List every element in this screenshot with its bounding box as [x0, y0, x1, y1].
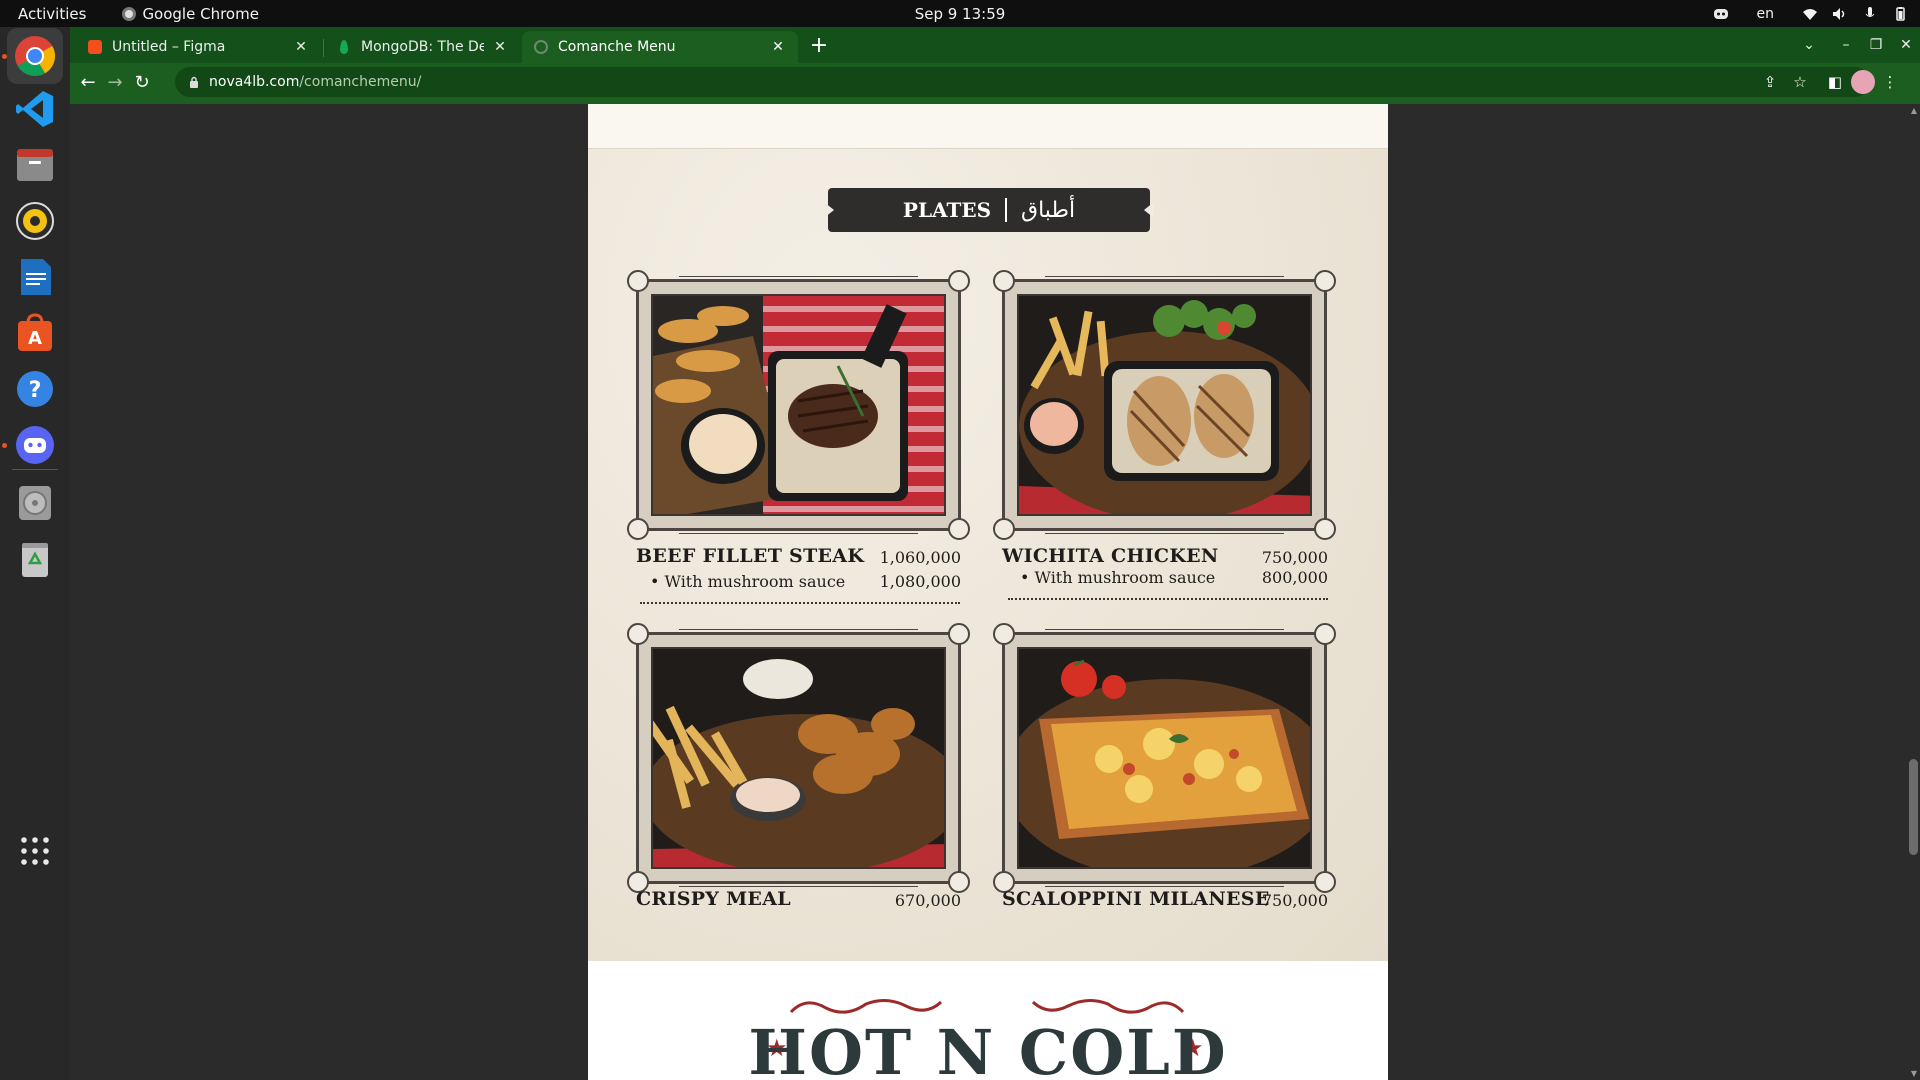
menu-item-price: 750,000 [1261, 891, 1328, 910]
scaloppini-milanese-photo [1017, 647, 1312, 869]
bookmark-star-icon[interactable]: ☆ [1788, 70, 1812, 94]
mongodb-favicon-icon [340, 40, 348, 54]
dock-writer-icon[interactable] [7, 249, 63, 305]
wifi-icon[interactable] [1802, 7, 1818, 21]
system-top-bar: Activities Google Chrome Sep 9 13:59 en [0, 0, 1920, 27]
dock-ubuntu-software-icon[interactable]: A [7, 305, 63, 361]
clock[interactable]: Sep 9 13:59 [0, 5, 1920, 23]
menu-item-price: 750,000 [1261, 548, 1328, 567]
discord-tray-icon[interactable] [1713, 7, 1729, 21]
new-tab-button[interactable]: + [805, 33, 833, 61]
dish-photo-frame [627, 623, 970, 893]
dock-trash-icon[interactable] [7, 531, 63, 587]
tab-close-icon[interactable]: ✕ [770, 39, 786, 55]
dock-files-icon[interactable] [7, 137, 63, 193]
menu-item-option-price: 800,000 [1261, 568, 1328, 587]
dock: A ? [0, 27, 70, 1080]
url-path: /comanchemenu/ [299, 74, 422, 90]
beef-fillet-steak-photo [651, 294, 946, 516]
activities-button[interactable]: Activities [18, 5, 86, 23]
dock-rhythmbox-icon[interactable] [7, 193, 63, 249]
lock-icon[interactable] [189, 76, 199, 88]
figma-favicon-icon [88, 40, 102, 54]
side-panel-icon[interactable]: ◧ [1823, 70, 1847, 94]
profile-avatar[interactable] [1851, 70, 1875, 94]
dish-photo-frame [627, 270, 970, 540]
tab-comanche-menu[interactable]: Comanche Menu ✕ [522, 31, 798, 63]
tab-title: MongoDB: The Developer [361, 39, 484, 55]
dotted-divider [1008, 598, 1328, 600]
menu-item-name: WICHITA CHICKEN [1002, 545, 1219, 567]
section-badge: PLATES أطباق [828, 188, 1150, 232]
reload-button[interactable]: ↻ [128, 69, 156, 97]
chrome-window: Untitled – Figma ✕ MongoDB: The Develope… [70, 27, 1920, 104]
dock-help-icon[interactable]: ? [7, 361, 63, 417]
menu-item-option: • With mushroom sauce [650, 572, 846, 591]
forward-button[interactable]: → [101, 69, 129, 97]
share-icon[interactable]: ⇪ [1758, 70, 1782, 94]
system-tray[interactable]: en [1713, 0, 1909, 27]
menu-item-price: 1,060,000 [879, 548, 961, 567]
microphone-icon[interactable] [1862, 6, 1878, 21]
tab-figma[interactable]: Untitled – Figma ✕ [76, 31, 321, 63]
scroll-down-arrow-icon[interactable]: ▼ [1911, 1069, 1917, 1078]
flourish-left-icon [789, 999, 943, 1014]
svg-text:A: A [28, 328, 42, 349]
tab-mongodb[interactable]: MongoDB: The Developer ✕ [325, 31, 520, 63]
address-bar[interactable]: nova4lb.com/comanchemenu/ [175, 67, 1870, 97]
dotted-divider [640, 602, 960, 604]
globe-favicon-icon [534, 40, 548, 54]
scroll-up-arrow-icon[interactable]: ▲ [1911, 106, 1917, 115]
section-title-ar: أطباق [1021, 197, 1076, 223]
browser-toolbar: ← → ↻ nova4lb.com/comanchemenu/ ⇪ ☆ ◧ ⋮ [70, 63, 1920, 104]
language-indicator[interactable]: en [1757, 6, 1775, 22]
minimize-button[interactable]: – [1834, 33, 1858, 57]
app-menu[interactable]: Google Chrome [122, 5, 259, 23]
tab-close-icon[interactable]: ✕ [492, 39, 508, 55]
show-applications-icon[interactable] [7, 823, 63, 879]
close-window-button[interactable]: ✕ [1894, 33, 1918, 57]
dock-disks-icon[interactable] [7, 475, 63, 531]
menu-item-name: CRISPY MEAL [636, 888, 791, 910]
chrome-app-icon [122, 6, 137, 21]
volume-icon[interactable] [1832, 7, 1848, 21]
battery-icon[interactable] [1892, 6, 1908, 21]
menu-item-option: • With mushroom sauce [1020, 568, 1216, 587]
section-title-hot-n-cold: HOT N COLD [748, 1016, 1228, 1080]
scrollbar-thumb[interactable] [1909, 759, 1918, 855]
menu-item-option-price: 1,080,000 [879, 572, 961, 591]
dock-chrome-icon[interactable] [7, 28, 63, 84]
tab-search-icon[interactable]: ⌄ [1797, 33, 1821, 57]
previous-section-bottom [588, 104, 1388, 149]
crispy-meal-photo [651, 647, 946, 869]
tab-close-icon[interactable]: ✕ [293, 39, 309, 55]
page-viewport[interactable]: PLATES أطباق BEEF FILLET STEAK 1,060,000… [70, 104, 1920, 1080]
badge-divider [1005, 198, 1008, 222]
page-scrollbar[interactable]: ▲ ▼ [1906, 104, 1920, 1080]
menu-item-name: BEEF FILLET STEAK [636, 545, 865, 567]
menu-page: PLATES أطباق BEEF FILLET STEAK 1,060,000… [588, 104, 1388, 1080]
tab-title: Comanche Menu [558, 39, 676, 55]
dish-photo-frame [993, 270, 1336, 540]
dock-vscode-icon[interactable] [7, 81, 63, 137]
back-button[interactable]: ← [74, 69, 102, 97]
section-title-en: PLATES [902, 198, 992, 222]
tab-title: Untitled – Figma [112, 39, 226, 55]
svg-text:?: ? [29, 378, 42, 403]
dock-discord-icon[interactable] [7, 417, 63, 473]
chrome-menu-icon[interactable]: ⋮ [1878, 70, 1902, 94]
wichita-chicken-photo [1017, 294, 1312, 516]
url-host: nova4lb.com [209, 74, 300, 90]
app-menu-label: Google Chrome [142, 4, 259, 23]
dish-photo-frame [993, 623, 1336, 893]
tab-strip: Untitled – Figma ✕ MongoDB: The Develope… [70, 27, 1920, 63]
maximize-button[interactable]: ❐ [1864, 33, 1888, 57]
flourish-right-icon [1031, 999, 1185, 1014]
menu-item-price: 670,000 [894, 891, 961, 910]
